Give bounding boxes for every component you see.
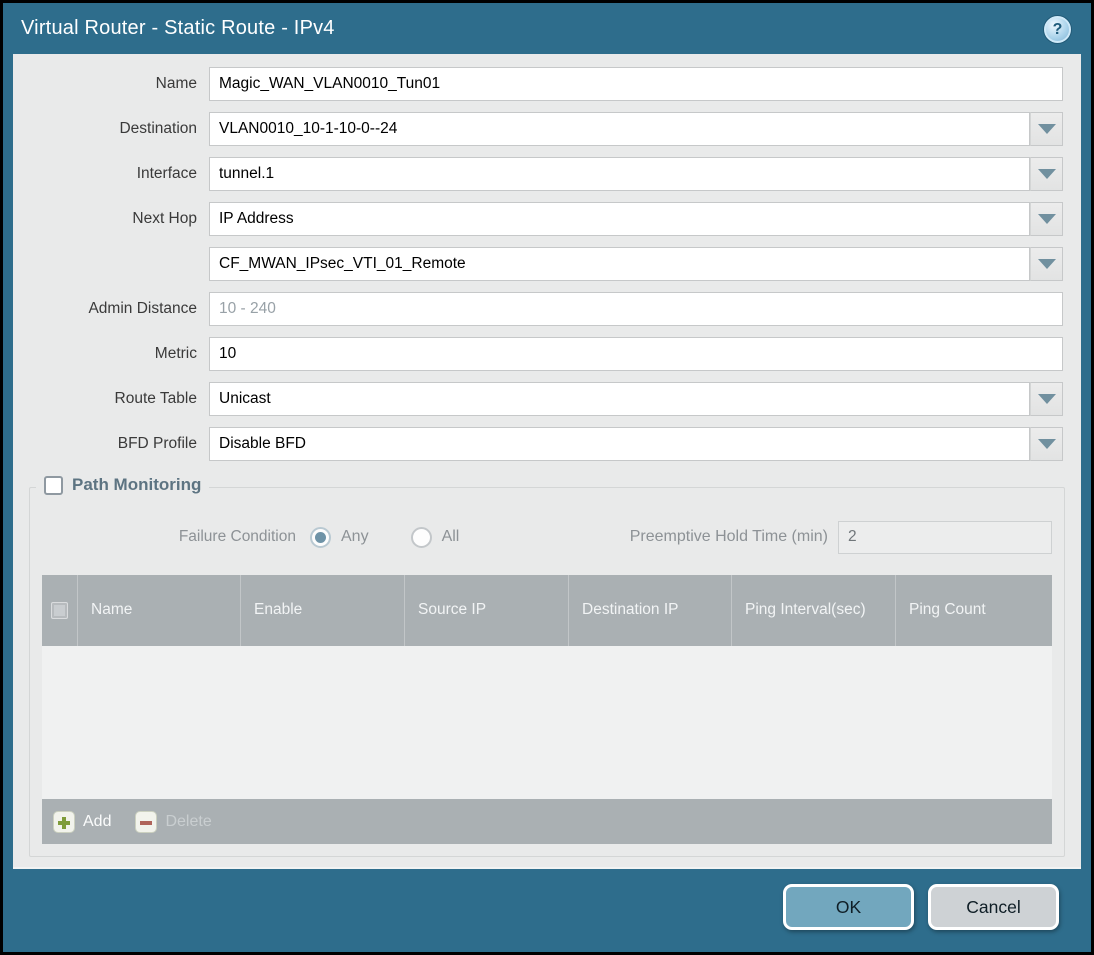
path-monitoring-table: Name Enable Source IP Destination IP Pin… — [42, 575, 1052, 844]
bfd-profile-dropdown-button[interactable] — [1030, 427, 1063, 461]
title-bar: Virtual Router - Static Route - IPv4 ? — [3, 3, 1091, 54]
chevron-down-icon — [1037, 169, 1056, 179]
next-hop-address-dropdown-button[interactable] — [1030, 247, 1063, 281]
metric-label: Metric — [154, 345, 197, 362]
path-monitoring-checkbox[interactable] — [44, 475, 63, 495]
radio-dot-icon — [416, 532, 427, 543]
add-button[interactable]: Add — [53, 810, 112, 833]
column-header-enable[interactable]: Enable — [240, 575, 404, 646]
column-header-ping-count[interactable]: Ping Count — [895, 575, 1052, 646]
chevron-down-icon — [1037, 124, 1056, 134]
plus-icon — [53, 810, 75, 833]
destination-input[interactable] — [209, 112, 1030, 146]
next-hop-label: Next Hop — [132, 210, 197, 227]
column-header-name[interactable]: Name — [77, 575, 240, 646]
column-header-destination-ip[interactable]: Destination IP — [568, 575, 731, 646]
form-row-next-hop: Next Hop — [13, 202, 1063, 236]
route-table-input[interactable] — [209, 382, 1030, 416]
minus-icon — [135, 810, 158, 833]
form-row-destination: Destination — [13, 112, 1063, 146]
radio-dot-icon — [315, 531, 326, 543]
destination-dropdown-button[interactable] — [1030, 112, 1063, 146]
dialog-content: Name Destination Interface Next Hop — [13, 54, 1081, 869]
admin-distance-label: Admin Distance — [88, 300, 197, 317]
ok-button[interactable]: OK — [783, 884, 914, 930]
form-row-admin-distance: Admin Distance — [13, 292, 1063, 326]
failure-condition-any-label: Any — [341, 528, 369, 545]
column-header-ping-interval[interactable]: Ping Interval(sec) — [731, 575, 895, 646]
name-label: Name — [155, 75, 197, 92]
next-hop-type-dropdown-button[interactable] — [1030, 202, 1063, 236]
destination-label: Destination — [119, 120, 197, 137]
chevron-down-icon — [1037, 439, 1056, 449]
interface-label: Interface — [136, 165, 197, 182]
preemptive-hold-time-label: Preemptive Hold Time (min) — [629, 528, 828, 545]
failure-condition-all-label: All — [441, 528, 460, 545]
bfd-profile-label: BFD Profile — [117, 435, 197, 452]
path-monitoring-title: Path Monitoring — [72, 475, 202, 494]
table-body-empty — [42, 646, 1052, 799]
form-row-metric: Metric — [13, 337, 1063, 371]
static-route-dialog: Virtual Router - Static Route - IPv4 ? N… — [3, 3, 1091, 952]
form-row-name: Name — [13, 67, 1063, 101]
metric-input[interactable] — [209, 337, 1063, 371]
delete-button[interactable]: Delete — [135, 810, 212, 833]
table-header-row: Name Enable Source IP Destination IP Pin… — [42, 575, 1052, 646]
route-table-label: Route Table — [114, 390, 197, 407]
dialog-actions: OK Cancel — [783, 884, 1059, 930]
admin-distance-input[interactable] — [209, 292, 1063, 326]
preemptive-hold-time-input[interactable] — [838, 520, 1052, 554]
form-row-next-hop-address — [13, 247, 1063, 281]
form-row-interface: Interface — [13, 157, 1063, 191]
dialog-title: Virtual Router - Static Route - IPv4 — [21, 17, 335, 39]
form-row-route-table: Route Table — [13, 382, 1063, 416]
next-hop-address-input[interactable] — [209, 247, 1030, 281]
interface-dropdown-button[interactable] — [1030, 157, 1063, 191]
select-all-header-cell — [42, 575, 77, 646]
table-footer-toolbar: Add Delete — [42, 799, 1052, 844]
route-table-dropdown-button[interactable] — [1030, 382, 1063, 416]
next-hop-type-input[interactable] — [209, 202, 1030, 236]
add-button-label: Add — [83, 812, 112, 830]
path-monitoring-legend: Path Monitoring — [36, 475, 210, 495]
help-icon[interactable]: ? — [1044, 16, 1071, 43]
failure-condition-label: Failure Condition — [178, 528, 296, 545]
bfd-profile-input[interactable] — [209, 427, 1030, 461]
cancel-button[interactable]: Cancel — [928, 884, 1059, 930]
chevron-down-icon — [1037, 259, 1056, 269]
form-row-bfd-profile: BFD Profile — [13, 427, 1063, 461]
select-all-checkbox[interactable] — [51, 602, 68, 619]
path-monitoring-section: Path Monitoring Failure Condition Any Al… — [29, 475, 1065, 857]
chevron-down-icon — [1037, 214, 1056, 224]
delete-button-label: Delete — [165, 812, 212, 830]
interface-input[interactable] — [209, 157, 1030, 191]
failure-condition-row: Failure Condition Any All Preemptive Hol… — [42, 520, 1052, 554]
name-input[interactable] — [209, 67, 1063, 101]
failure-condition-any-radio[interactable] — [310, 526, 331, 548]
failure-condition-all-radio[interactable] — [410, 526, 432, 548]
column-header-source-ip[interactable]: Source IP — [404, 575, 568, 646]
chevron-down-icon — [1037, 394, 1056, 404]
